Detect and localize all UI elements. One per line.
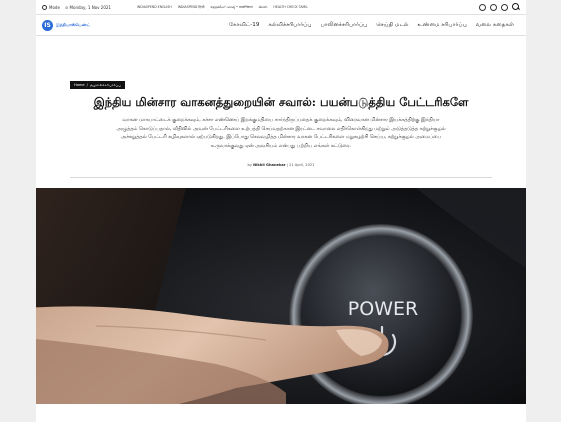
nav-item-fact-check[interactable]: உண்மை சரிபார்ப்பு (418, 22, 467, 29)
mode-toggle-icon (42, 4, 47, 10)
breadcrumb: Home / சூழலைச்சரிபார்ப்பு (70, 81, 125, 89)
summary-line: அச்சுறுத்தல் பேட்டரி கழிவுகளால் ஏற்படுகி… (120, 134, 442, 141)
nav-item-covid[interactable]: கோவிட்-19 (229, 22, 259, 29)
article-page: Mode ⊙ Monday, 1 Nov 2021 INDIASPEND ENG… (36, 0, 526, 422)
mode-label: Mode (49, 4, 60, 10)
article-title: இந்திய மின்சார வாகனத்துறையின் சவால்: பயன… (93, 95, 469, 109)
logo-mark: IS (42, 19, 53, 31)
current-date-text: Monday, 1 Nov 2021 (69, 4, 111, 10)
hero-illustration: POWER (36, 188, 526, 404)
site-logo[interactable]: IS இந்தியாஸ்பெண்ட் (42, 19, 90, 31)
clock-icon: ⊙ (64, 4, 69, 10)
mode-toggle[interactable]: Mode (42, 4, 60, 10)
instagram-icon[interactable] (501, 3, 508, 11)
nav-item-newsletter[interactable]: செய்தி மடல் (376, 22, 408, 29)
main-navbar: IS இந்தியாஸ்பெண்ட் கோவிட்-19 கல்விச்சரிப… (36, 14, 526, 36)
logo-text: இந்தியாஸ்பெண்ட் (56, 22, 90, 27)
network-link[interactable]: INDIASPEND ENGLISH (137, 5, 172, 10)
breadcrumb-section[interactable]: சூழலைச்சரிபார்ப்பு (90, 83, 121, 88)
nav-item-education-check[interactable]: கல்விச்சரிபார்ப்பு (268, 22, 311, 29)
publish-date: 21 April, 2021 (289, 163, 315, 167)
article-summary: வாகன மாசுபாட்டைக் குறைக்கவும், கச்சா எண்… (86, 116, 476, 150)
top-utility-bar: Mode ⊙ Monday, 1 Nov 2021 INDIASPEND ENG… (36, 0, 526, 14)
network-link[interactable]: INDIASPEND हिन्दी (178, 5, 205, 10)
breadcrumb-home[interactable]: Home (74, 83, 85, 87)
network-links: INDIASPEND ENGLISH INDIASPEND हिन्दी ബ്ര… (137, 5, 308, 10)
byline-prefix: by (247, 163, 252, 167)
nav-item-web-stories[interactable]: வலை கதைகள் (476, 22, 514, 29)
nav-menu: கோவிட்-19 கல்விச்சரிபார்ப்பு பாலினச்சரிப… (229, 22, 514, 29)
social-icons (479, 3, 520, 11)
summary-line: அழுத்தம் கொடுப்பதால், வீதிவில் அவன் பேட்… (116, 125, 446, 132)
article-byline: by Nikhil Ghanekar | 21 April, 2021 (36, 163, 526, 167)
power-button-label: POWER (348, 298, 418, 320)
twitter-icon[interactable] (490, 3, 497, 11)
author-link[interactable]: Nikhil Ghanekar (253, 163, 285, 167)
facebook-icon[interactable] (479, 3, 486, 11)
nav-item-gender-check[interactable]: பாலினச்சரிபார்ப்பு (321, 22, 368, 29)
breadcrumb-separator: / (86, 83, 88, 87)
network-link[interactable]: తెలుగు (259, 5, 268, 10)
summary-line: வாகன மாசுபாட்டைக் குறைக்கவும், கச்சா எண்… (122, 117, 440, 123)
divider (70, 177, 492, 178)
search-icon[interactable] (512, 3, 520, 11)
network-link[interactable]: HEALTH CHECK TAMIL (273, 5, 308, 10)
network-link[interactable]: ബ്രേക്കിംഗ് ഫാക്ട് • प्रामाणिकता (210, 5, 252, 10)
hero-image: POWER (36, 188, 526, 404)
current-date: ⊙ Monday, 1 Nov 2021 (65, 5, 111, 10)
summary-line: உருவாக்குவது ஏன் அவசியம் என்பது பற்றிய எ… (210, 142, 352, 149)
